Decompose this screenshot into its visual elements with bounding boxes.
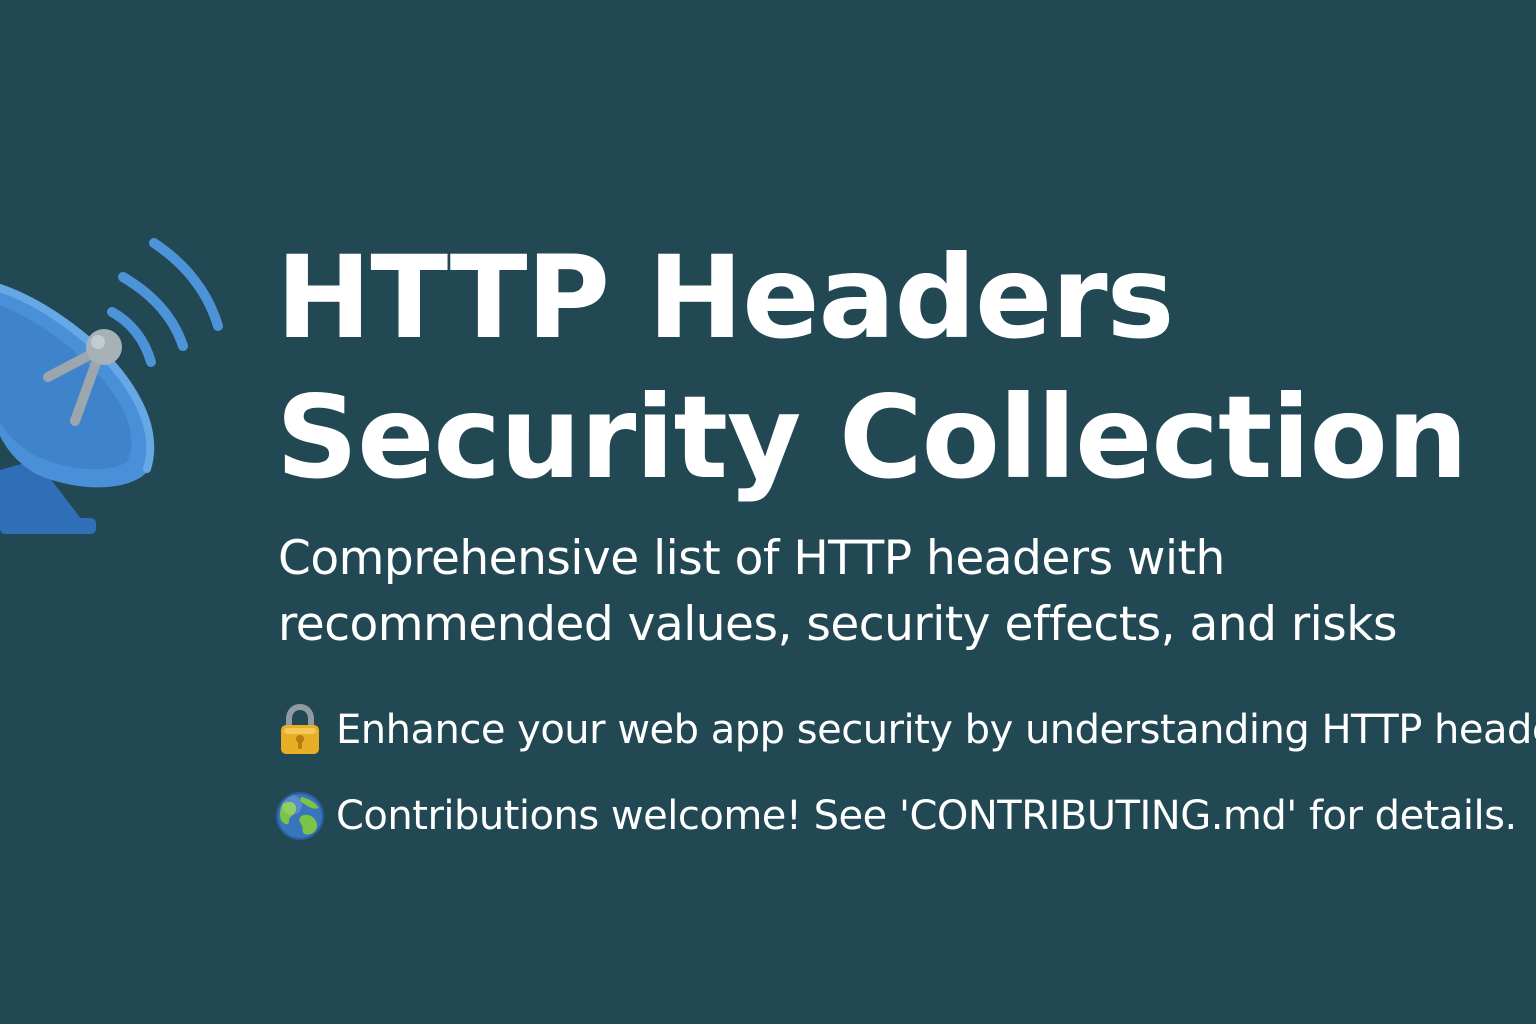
hero-banner: HTTP Headers Security Collection Compreh… [0, 0, 1536, 1024]
page-subtitle: Comprehensive list of HTTP headers with … [278, 526, 1397, 658]
globe-icon [276, 792, 324, 840]
title-line-1: HTTP Headers [276, 231, 1174, 364]
lock-icon [281, 704, 319, 754]
security-feature-text: Enhance your web app security by underst… [336, 707, 1536, 753]
contribution-feature-text: Contributions welcome! See 'CONTRIBUTING… [336, 793, 1517, 839]
contribution-feature-row: Contributions welcome! See 'CONTRIBUTING… [274, 790, 1517, 842]
subtitle-line-1: Comprehensive list of HTTP headers with [278, 531, 1225, 586]
satellite-dish-icon [0, 238, 223, 534]
title-line-2: Security Collection [276, 371, 1468, 504]
page-title: HTTP Headers Security Collection [276, 228, 1468, 508]
subtitle-line-2: recommended values, security effects, an… [278, 597, 1397, 652]
security-feature-row: Enhance your web app security by underst… [274, 704, 1536, 756]
